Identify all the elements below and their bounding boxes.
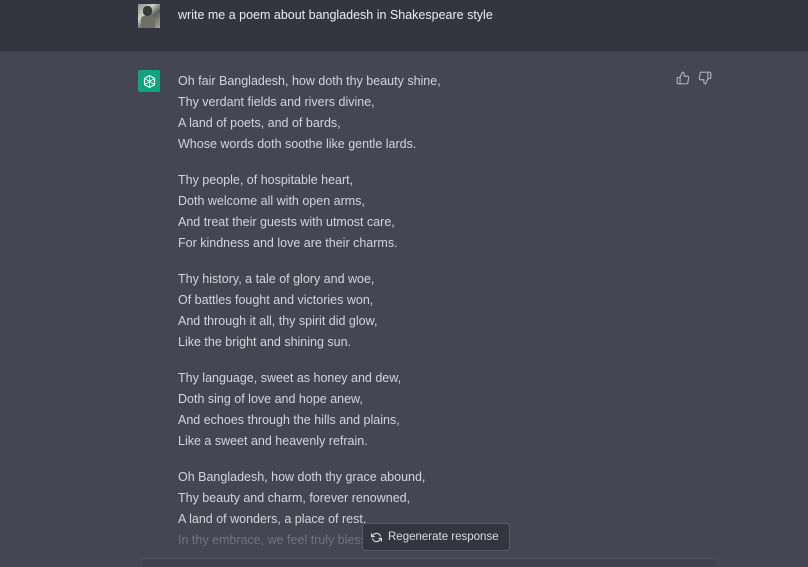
- poem-line: Whose words doth soothe like gentle lard…: [178, 137, 417, 151]
- assistant-message-row: Oh fair Bangladesh, how doth thy beauty …: [0, 51, 808, 566]
- poem-line: And through it all, thy spirit did glow,: [178, 314, 378, 328]
- poem-response: Oh fair Bangladesh, how doth thy beauty …: [178, 71, 658, 566]
- regenerate-label: Regenerate response: [388, 531, 499, 543]
- regenerate-response-button[interactable]: Regenerate response: [362, 523, 510, 551]
- stanza: Thy history, a tale of glory and woe, Of…: [178, 269, 658, 353]
- poem-line: Of battles fought and victories won,: [178, 293, 374, 307]
- thumbs-down-icon[interactable]: [698, 71, 712, 85]
- poem-line: Oh fair Bangladesh, how doth thy beauty …: [178, 74, 441, 88]
- poem-line: Like a sweet and heavenly refrain.: [178, 434, 368, 448]
- user-avatar: [138, 4, 160, 28]
- poem-line: Thy beauty and charm, forever renowned,: [178, 491, 411, 505]
- openai-logo-icon: [138, 70, 160, 92]
- poem-line: And echoes through the hills and plains,: [178, 413, 400, 427]
- user-message-text: write me a poem about bangladesh in Shak…: [178, 8, 493, 22]
- poem-line: Thy people, of hospitable heart,: [178, 173, 354, 187]
- poem-line: And treat their guests with utmost care,: [178, 215, 395, 229]
- feedback-buttons: [676, 71, 712, 85]
- poem-line: Doth welcome all with open arms,: [178, 194, 365, 208]
- stanza: Thy people, of hospitable heart, Doth we…: [178, 170, 658, 254]
- thumbs-up-icon[interactable]: [676, 71, 690, 85]
- stanza: Oh fair Bangladesh, how doth thy beauty …: [178, 71, 658, 155]
- stanza: Thy language, sweet as honey and dew, Do…: [178, 368, 658, 452]
- poem-line: Thy history, a tale of glory and woe,: [178, 272, 375, 286]
- poem-line: Thy language, sweet as honey and dew,: [178, 371, 402, 385]
- refresh-icon: [371, 532, 382, 542]
- poem-line: Like the bright and shining sun.: [178, 335, 352, 349]
- poem-line: Doth sing of love and hope anew,: [178, 392, 363, 406]
- poem-line: A land of poets, and of bards,: [178, 116, 341, 130]
- poem-line: For kindness and love are their charms.: [178, 236, 398, 250]
- user-message-row: write me a poem about bangladesh in Shak…: [0, 0, 808, 51]
- poem-line: Oh Bangladesh, how doth thy grace abound…: [178, 470, 426, 484]
- poem-line: Thy verdant fields and rivers divine,: [178, 95, 375, 109]
